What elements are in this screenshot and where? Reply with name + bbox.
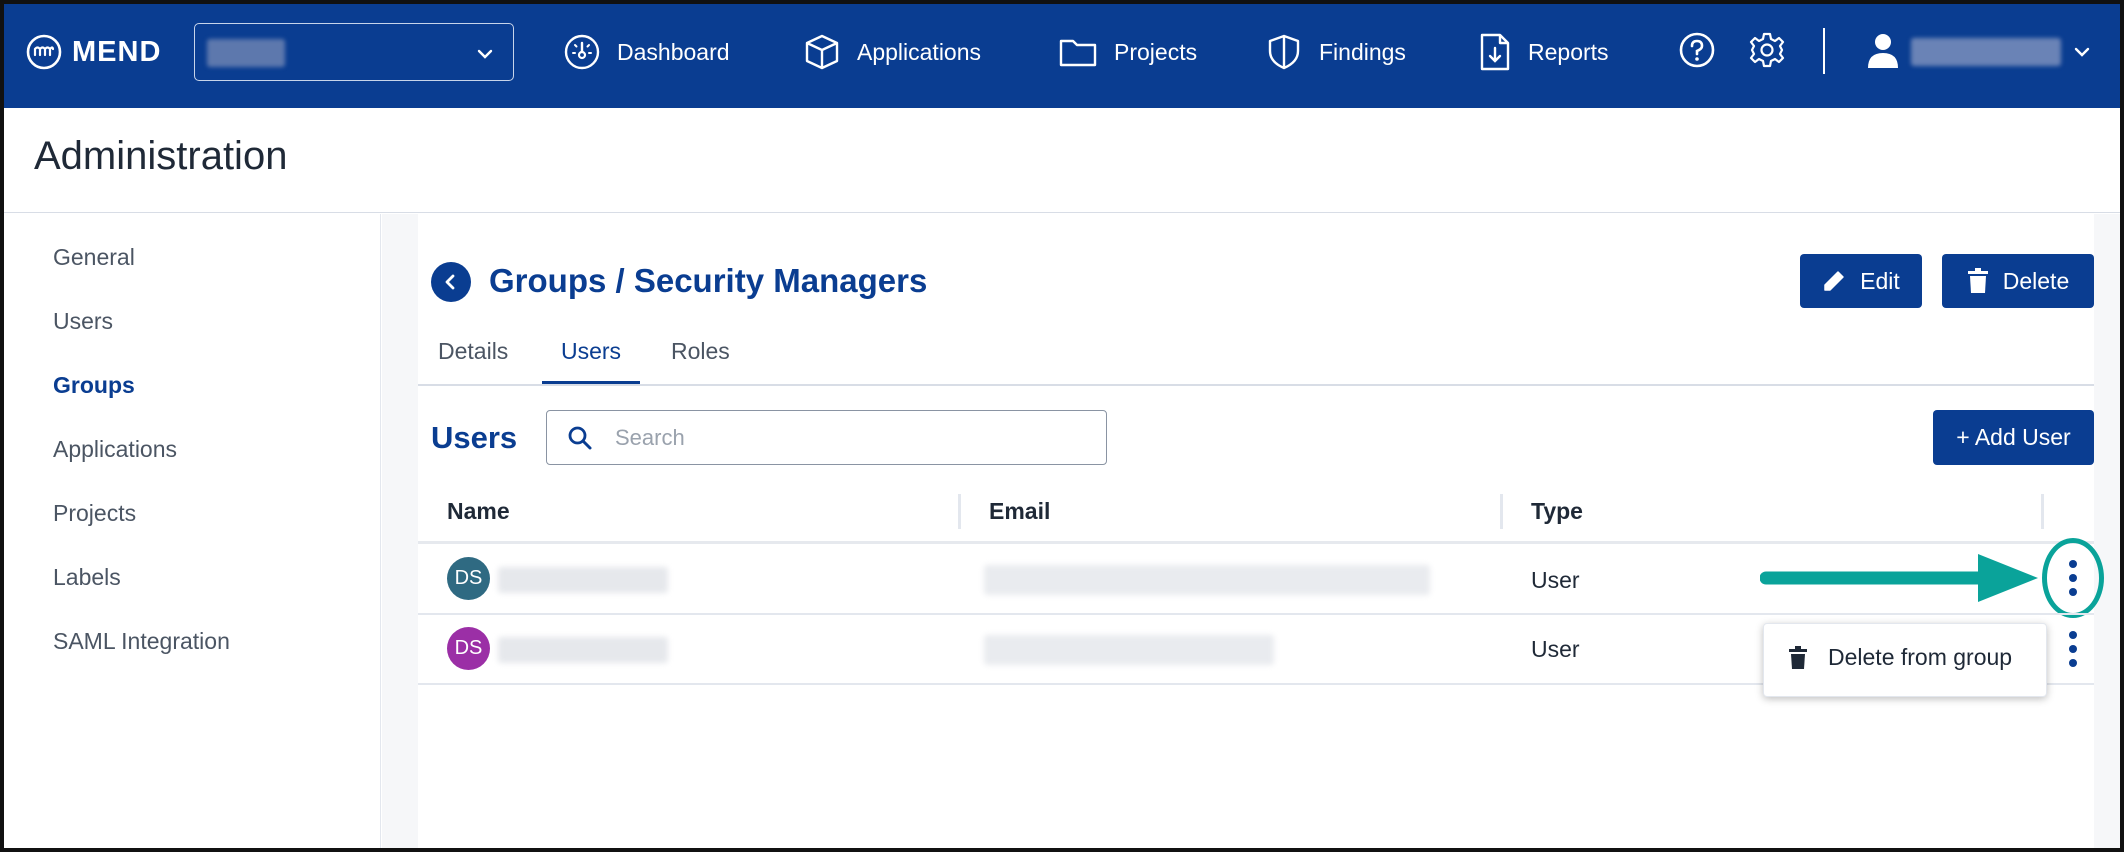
more-options-icon[interactable] bbox=[2067, 631, 2079, 667]
user-name-redacted bbox=[498, 637, 668, 663]
callout-highlight-ring bbox=[2042, 538, 2104, 618]
search-field[interactable] bbox=[546, 410, 1107, 465]
delete-button[interactable]: Delete bbox=[1942, 254, 2094, 308]
avatar: DS bbox=[447, 557, 490, 600]
delete-button-label: Delete bbox=[2002, 267, 2070, 294]
tab-users[interactable]: Users bbox=[561, 338, 621, 365]
topbar-divider bbox=[1823, 28, 1825, 74]
tab-roles[interactable]: Roles bbox=[671, 338, 730, 365]
folder-icon bbox=[1059, 39, 1097, 67]
report-download-icon bbox=[1480, 33, 1510, 71]
user-email-redacted bbox=[984, 565, 1430, 595]
cube-icon bbox=[805, 34, 839, 70]
nav-findings[interactable]: Findings bbox=[1265, 28, 1406, 76]
user-name-redacted bbox=[498, 567, 668, 593]
nav-dashboard-label: Dashboard bbox=[617, 38, 730, 65]
admin-sidebar: General Users Groups Applications Projec… bbox=[0, 214, 381, 852]
chevron-left-icon bbox=[445, 274, 455, 290]
sidebar-item-groups[interactable]: Groups bbox=[53, 372, 135, 399]
organization-selector[interactable] bbox=[194, 23, 514, 81]
search-icon bbox=[568, 426, 592, 450]
avatar: DS bbox=[447, 627, 490, 670]
column-header-email[interactable]: Email bbox=[989, 498, 1050, 525]
sidebar-item-projects[interactable]: Projects bbox=[53, 500, 136, 527]
shield-icon bbox=[1268, 34, 1300, 70]
nav-projects[interactable]: Projects bbox=[1058, 28, 1197, 76]
tab-details[interactable]: Details bbox=[438, 338, 508, 365]
page-title: Groups / Security Managers bbox=[489, 262, 928, 299]
trash-icon bbox=[1967, 268, 1988, 293]
add-user-button[interactable]: + Add User bbox=[1933, 410, 2094, 465]
delete-from-group-menu-item[interactable]: Delete from group bbox=[1788, 644, 2012, 671]
sidebar-item-saml-integration[interactable]: SAML Integration bbox=[53, 628, 230, 655]
back-button[interactable] bbox=[431, 262, 471, 302]
chevron-down-icon bbox=[477, 49, 493, 59]
user-type-cell: User bbox=[1531, 567, 1580, 593]
callout-arrow bbox=[1760, 554, 2038, 602]
mend-logo-icon bbox=[26, 34, 62, 70]
user-avatar-icon[interactable] bbox=[1866, 32, 1900, 70]
mend-logo[interactable]: MEND bbox=[26, 34, 161, 70]
nav-applications-label: Applications bbox=[857, 38, 982, 65]
dashboard-gauge-icon bbox=[564, 34, 600, 70]
chevron-down-icon[interactable] bbox=[2072, 42, 2092, 62]
user-name-redacted[interactable] bbox=[1911, 38, 2061, 66]
user-type-cell: User bbox=[1531, 636, 1580, 662]
brand-name: MEND bbox=[72, 35, 162, 68]
nav-findings-label: Findings bbox=[1319, 38, 1406, 65]
edit-button-label: Edit bbox=[1860, 267, 1900, 294]
tabs-divider bbox=[418, 384, 2094, 386]
users-section-title: Users bbox=[431, 420, 518, 455]
admin-header: Administration bbox=[0, 108, 2124, 213]
sidebar-item-applications[interactable]: Applications bbox=[53, 436, 177, 463]
sidebar-item-users[interactable]: Users bbox=[53, 308, 113, 335]
row-actions-menu: Delete from group bbox=[1763, 623, 2047, 697]
nav-applications[interactable]: Applications bbox=[803, 28, 981, 76]
pencil-icon bbox=[1824, 271, 1844, 291]
nav-dashboard[interactable]: Dashboard bbox=[563, 28, 730, 76]
nav-reports-label: Reports bbox=[1528, 38, 1609, 65]
column-resize-handle[interactable] bbox=[1500, 494, 1503, 529]
organization-name-redacted bbox=[207, 39, 285, 67]
page-heading: Administration bbox=[34, 134, 288, 178]
column-resize-handle[interactable] bbox=[958, 494, 961, 529]
edit-button[interactable]: Edit bbox=[1800, 254, 1922, 308]
search-input[interactable] bbox=[615, 419, 1085, 457]
column-resize-handle[interactable] bbox=[2041, 494, 2044, 529]
nav-projects-label: Projects bbox=[1114, 38, 1198, 65]
table-row-divider bbox=[418, 613, 2094, 615]
column-header-type[interactable]: Type bbox=[1531, 498, 1583, 525]
trash-icon bbox=[1789, 645, 1807, 669]
column-header-name[interactable]: Name bbox=[447, 498, 510, 525]
sidebar-item-general[interactable]: General bbox=[53, 244, 135, 271]
gear-icon[interactable] bbox=[1748, 31, 1786, 69]
user-email-redacted bbox=[984, 635, 1274, 665]
delete-from-group-label: Delete from group bbox=[1828, 644, 2013, 670]
sidebar-item-labels[interactable]: Labels bbox=[53, 564, 121, 591]
table-header-divider bbox=[418, 541, 2094, 544]
nav-reports[interactable]: Reports bbox=[1478, 28, 1609, 76]
top-navigation-bar: MEND Dashboard Applications Projects Fin… bbox=[0, 0, 2124, 108]
help-icon[interactable] bbox=[1678, 31, 1716, 69]
